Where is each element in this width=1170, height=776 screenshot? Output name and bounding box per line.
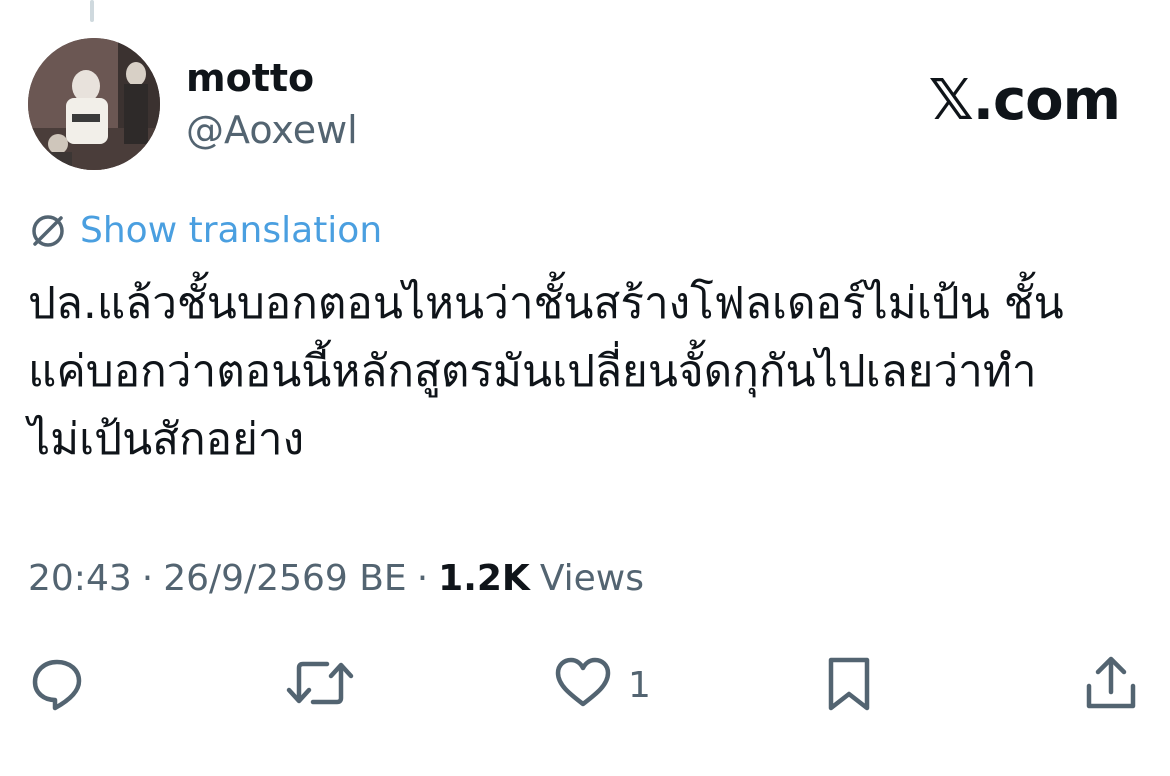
retweet-button[interactable] [285,650,355,720]
reply-icon [28,654,86,717]
like-button[interactable]: 1 [552,650,651,720]
x-watermark: 𝕏.com [928,68,1121,133]
show-translation[interactable]: Show translation [28,210,382,251]
translate-globe-icon [28,211,68,251]
bookmark-icon [822,654,876,717]
share-button[interactable] [1082,650,1140,720]
avatar-photo [28,38,160,170]
author-handle[interactable]: @Aoxewl [186,108,358,152]
tweet-text: ปล.แล้วชั้นบอกตอนไหนว่าชั้นสร้างโฟลเดอร์… [28,278,1064,465]
views-label: Views [539,558,644,599]
thread-connector-line [90,0,94,22]
like-count: 1 [628,664,651,706]
avatar[interactable] [28,38,160,170]
tweet-time[interactable]: 20:43 [28,558,132,599]
retweet-icon [285,654,355,717]
author-display-name[interactable]: motto [186,56,314,100]
meta-separator: · [141,558,154,599]
bookmark-button[interactable] [822,650,876,720]
action-bar: 1 [0,650,1170,720]
meta-separator: · [416,558,429,599]
views-count: 1.2K [438,558,530,599]
tweet-meta: 20:43 · 26/9/2569 BE · 1.2K Views [28,558,644,599]
heart-icon [552,654,614,717]
reply-button[interactable] [28,650,86,720]
show-translation-link[interactable]: Show translation [80,210,382,251]
tweet-date[interactable]: 26/9/2569 BE [163,558,406,599]
share-icon [1082,654,1140,717]
